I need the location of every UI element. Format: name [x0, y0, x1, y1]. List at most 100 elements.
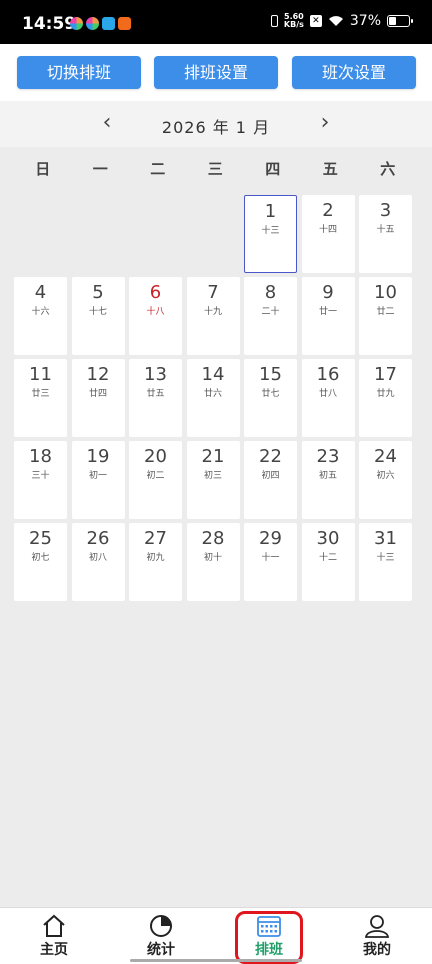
calendar-day[interactable]: 23 初五 [301, 441, 355, 519]
weekday-label: 三 [207, 160, 223, 178]
weekday-label: 日 [35, 160, 51, 178]
weekday-label: 二 [150, 160, 166, 178]
calendar-day[interactable]: 8 二十 [244, 277, 297, 355]
day-number: 30 [316, 528, 340, 549]
calendar-day[interactable]: 9 廿一 [301, 277, 355, 355]
lunar-date: 廿六 [203, 389, 222, 399]
calendar-day[interactable]: 19 初一 [71, 441, 125, 519]
day-number: 16 [316, 364, 340, 385]
status-bar: 14:59 5.60 KB/s ✕ 37% [0, 0, 432, 44]
day-number: 21 [201, 446, 225, 467]
switch-schedule-button[interactable]: 切换排班 [17, 56, 141, 89]
lunar-date: 三十 [31, 471, 50, 481]
lunar-date: 廿八 [318, 389, 337, 399]
day-number: 5 [92, 282, 104, 303]
calendar-day[interactable]: 4 十六 [14, 277, 67, 355]
lunar-date: 十八 [146, 307, 165, 317]
highlight-box [235, 911, 303, 964]
calendar-day[interactable]: 21 初三 [186, 441, 240, 519]
calendar-day[interactable]: 12 廿四 [71, 359, 125, 437]
calendar-day[interactable]: 5 十七 [71, 277, 125, 355]
calendar-day[interactable]: 10 廿二 [359, 277, 412, 355]
calendar-day[interactable]: 29 十一 [244, 523, 297, 601]
day-number: 7 [207, 282, 219, 303]
day-number: 24 [374, 446, 397, 467]
calendar-day[interactable]: 30 十二 [301, 523, 355, 601]
day-number: 10 [374, 282, 397, 303]
network-speed: 5.60 KB/s [284, 13, 304, 29]
status-time: 14:59 [22, 14, 77, 34]
shift-settings-button[interactable]: 班次设置 [292, 56, 416, 89]
calendar-day[interactable]: 26 初八 [71, 523, 125, 601]
day-number: 28 [201, 528, 225, 549]
lunar-date: 初五 [318, 471, 337, 481]
lunar-date: 廿七 [261, 389, 280, 399]
calendar-day[interactable]: 7 十九 [186, 277, 240, 355]
lunar-date: 初八 [88, 553, 107, 563]
home-indicator [130, 959, 302, 962]
calendar-day[interactable]: 31 十三 [359, 523, 412, 601]
month-title: 2026 年 1 月 [161, 118, 271, 137]
lunar-date: 初三 [203, 471, 222, 481]
chevron-right-icon[interactable]: › [310, 110, 340, 135]
calendar-day[interactable]: 14 廿六 [186, 359, 240, 437]
weekday-label: 一 [92, 160, 108, 178]
nav-home-label: 主页 [40, 942, 68, 958]
person-icon [364, 915, 390, 938]
calendar-day[interactable]: 22 初四 [244, 441, 297, 519]
day-number: 15 [259, 364, 282, 385]
lunar-date: 廿九 [376, 389, 395, 399]
day-number: 12 [86, 364, 110, 385]
day-number: 4 [34, 282, 47, 303]
day-number: 8 [264, 282, 277, 303]
nav-mine[interactable]: 我的 [337, 908, 417, 959]
home-icon [43, 914, 65, 937]
lunar-date: 初二 [146, 471, 165, 481]
day-number: 25 [29, 528, 52, 549]
day-number: 14 [201, 364, 225, 385]
app-notification-icon [86, 17, 99, 30]
app-notification-icon [70, 17, 83, 30]
network-speed-unit: KB/s [283, 20, 304, 29]
calendar-day[interactable]: 13 廿五 [129, 359, 182, 437]
nav-stats[interactable]: 统计 [121, 908, 201, 959]
calendar-day[interactable]: 24 初六 [359, 441, 412, 519]
calendar-day[interactable]: 6 十八 [129, 277, 182, 355]
day-number: 26 [86, 528, 110, 549]
schedule-settings-button[interactable]: 排班设置 [154, 56, 278, 89]
calendar-day[interactable]: 15 廿七 [244, 359, 297, 437]
lunar-date: 初九 [146, 553, 165, 563]
wifi-icon [328, 16, 343, 26]
calendar-day[interactable]: 3 十五 [359, 195, 412, 273]
day-number: 22 [259, 446, 282, 467]
toolbar: 切换排班 排班设置 班次设置 [0, 44, 432, 101]
calendar-day[interactable]: 1 十三 [244, 195, 297, 273]
day-number: 6 [149, 282, 162, 303]
nav-home[interactable]: 主页 [14, 908, 94, 959]
day-number: 31 [374, 528, 397, 549]
calendar-day[interactable]: 16 廿八 [301, 359, 355, 437]
calendar-day[interactable]: 20 初二 [129, 441, 182, 519]
calendar-day[interactable]: 25 初七 [14, 523, 67, 601]
calendar-day[interactable]: 2 十四 [301, 195, 355, 273]
calendar-day[interactable]: 28 初十 [186, 523, 240, 601]
lunar-date: 廿三 [31, 389, 50, 399]
day-number: 9 [322, 282, 334, 303]
lunar-date: 廿二 [376, 307, 395, 317]
day-number: 27 [144, 528, 167, 549]
calendar-day[interactable]: 17 廿九 [359, 359, 412, 437]
calendar-day[interactable]: 18 三十 [14, 441, 67, 519]
lunar-date: 廿五 [146, 389, 165, 399]
calendar-day[interactable]: 27 初九 [129, 523, 182, 601]
lunar-date: 十四 [318, 225, 337, 235]
lunar-date: 廿四 [88, 389, 107, 399]
day-number: 18 [29, 446, 52, 467]
calendar-day[interactable]: 11 廿三 [14, 359, 67, 437]
lunar-date: 廿一 [318, 307, 337, 317]
lunar-date: 十一 [261, 553, 280, 563]
lunar-date: 十五 [376, 225, 395, 235]
lunar-date: 十七 [88, 307, 107, 317]
day-number: 2 [322, 200, 334, 221]
month-navigation: ‹ 2026 年 1 月 › [0, 101, 432, 147]
x-icon: ✕ [309, 15, 322, 27]
